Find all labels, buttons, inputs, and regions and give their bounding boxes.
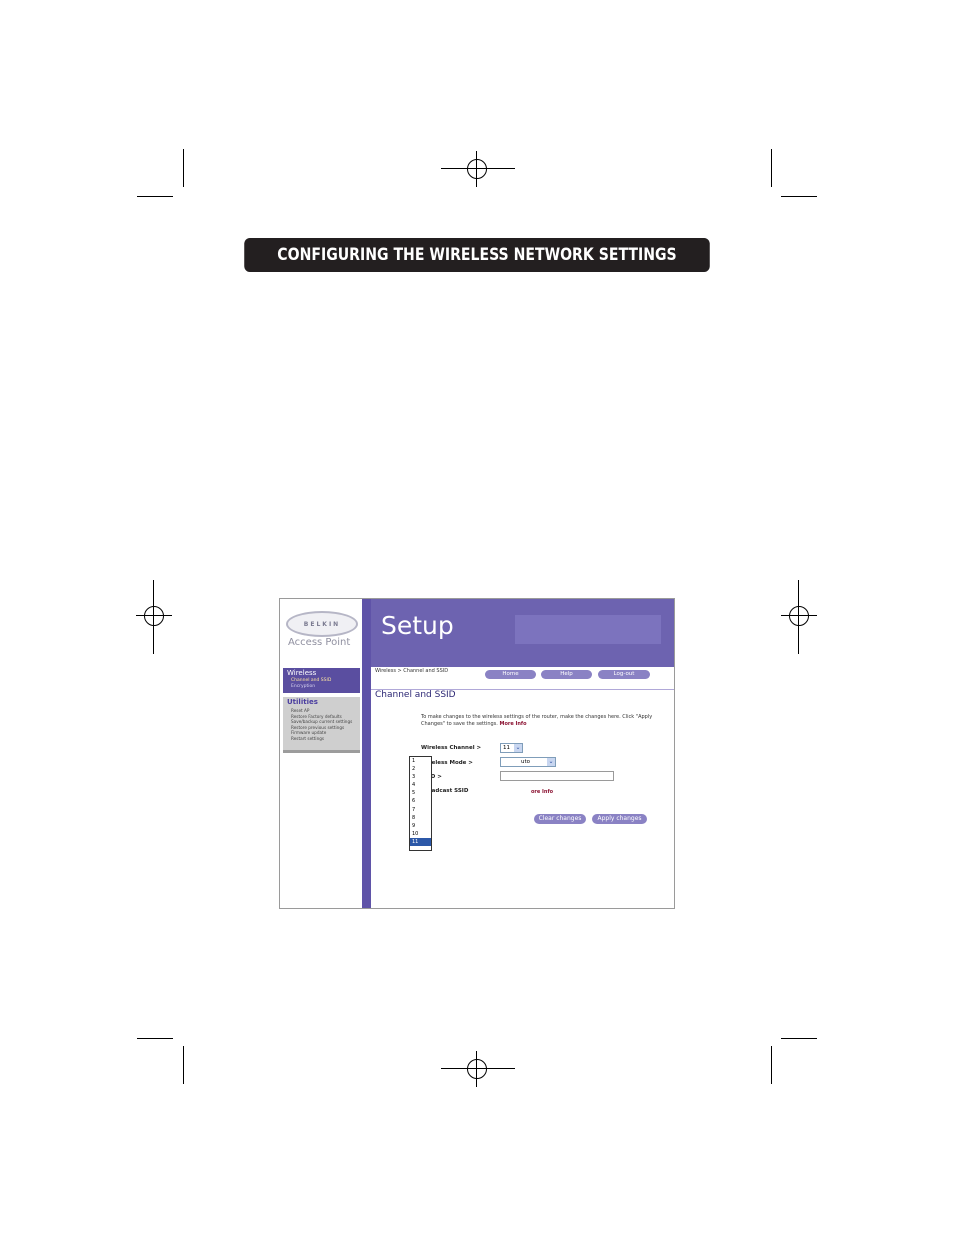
intro-text: To make changes to the wireless settings… [421,714,653,727]
chevron-down-icon: ⌄ [547,758,555,766]
wireless-channel-select[interactable]: 11 ⌄ [500,743,523,753]
apply-changes-button[interactable]: Apply changes [592,814,647,824]
crop-mark [183,149,184,187]
registration-mark [781,580,817,654]
channel-option[interactable]: 8 [410,814,431,822]
sidebar-item-channel-ssid[interactable]: Channel and SSID [291,678,331,683]
crop-mark [183,1046,184,1084]
crop-mark [137,1038,173,1039]
registration-mark [441,1051,515,1087]
channel-option[interactable]: 7 [410,806,431,814]
channel-option[interactable]: 6 [410,797,431,805]
channel-option[interactable]: 1 [410,757,431,765]
clear-changes-button[interactable]: Clear changes [534,814,586,824]
channel-option[interactable]: 11 [410,837,431,847]
channel-option[interactable]: 10 [410,830,431,838]
crop-mark [771,1046,772,1084]
channel-option[interactable]: 5 [410,789,431,797]
section-banner: CONFIGURING THE WIRELESS NETWORK SETTING… [244,238,710,272]
help-button[interactable]: Help [541,670,592,679]
sidebar-wireless-title[interactable]: Wireless [287,669,316,677]
channel-option[interactable]: 3 [410,773,431,781]
sidebar-item-restart[interactable]: Restart settings [291,736,352,742]
crop-mark [781,196,817,197]
sidebar-item-save-backup[interactable]: Save/backup current settings [291,719,352,725]
header-panel [515,615,661,644]
logout-button[interactable]: Log-out [598,670,650,679]
sidebar-section-wireless: Wireless Channel and SSID Encryption [283,668,360,693]
sidebar: BELKIN Access Point Wireless Channel and… [280,599,362,908]
channel-option[interactable]: 2 [410,765,431,773]
divider-stripe [362,599,371,908]
registration-mark [136,580,172,654]
home-button[interactable]: Home [485,670,536,679]
crop-mark [771,149,772,187]
crop-mark [781,1038,817,1039]
wireless-channel-label: Wireless Channel > [421,745,482,751]
broadcast-more-info-link[interactable]: ore Info [531,789,553,795]
breadcrumb: Wireless > Channel and SSID [375,668,449,674]
ssid-input[interactable] [500,771,614,781]
top-navbar: Wireless > Channel and SSID Home Help Lo… [371,667,674,690]
sidebar-utilities-title[interactable]: Utilities [287,698,318,706]
registration-mark [441,151,515,187]
belkin-logo: BELKIN [286,611,358,637]
crop-mark [137,196,173,197]
sidebar-item-encryption[interactable]: Encryption [291,684,315,689]
header-title: Setup [381,611,454,640]
channel-dropdown-list: 1 2 3 4 5 6 7 8 9 10 11 [409,756,432,851]
sidebar-section-utilities: Utilities Reset AP Restore Factory defau… [283,697,360,753]
more-info-link[interactable]: More Info [499,721,526,727]
router-screenshot: BELKIN Access Point Wireless Channel and… [279,598,675,909]
channel-option[interactable]: 9 [410,822,431,830]
page-header: Setup [371,599,674,667]
page-title: Channel and SSID [375,690,456,700]
product-name: Access Point [288,637,351,648]
chevron-down-icon: ⌄ [514,744,522,752]
wireless-mode-select[interactable]: uto ⌄ [500,757,556,767]
channel-option[interactable]: 4 [410,781,431,789]
